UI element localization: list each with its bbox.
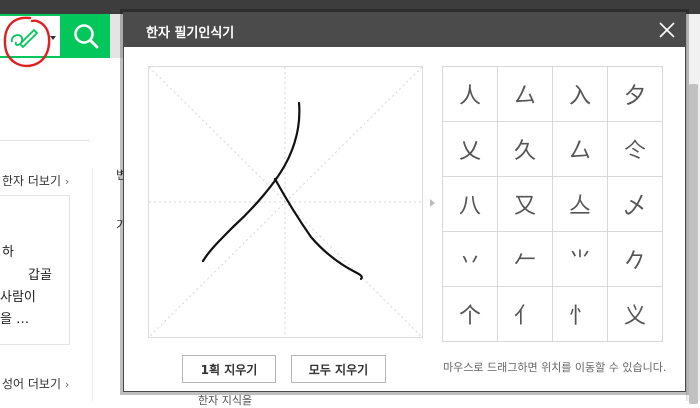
search-divider bbox=[110, 14, 124, 58]
hanja-result-box: 하 갑골 사람이 을 … bbox=[0, 195, 70, 345]
candidate-char[interactable]: 八 bbox=[443, 177, 498, 232]
scrollbar-thumb[interactable] bbox=[689, 84, 698, 404]
candidate-char[interactable]: 亼 bbox=[553, 177, 608, 232]
bottom-text: 한자 지식을 bbox=[198, 394, 253, 407]
search-input[interactable] bbox=[0, 14, 62, 58]
candidate-char[interactable]: 厶 bbox=[553, 122, 608, 177]
page-scrollbar[interactable] bbox=[686, 14, 700, 404]
result-text: 사람이 bbox=[0, 290, 36, 305]
candidate-char[interactable]: 厶 bbox=[498, 67, 553, 122]
candidate-char[interactable]: 乄 bbox=[608, 177, 663, 232]
result-text: 을 … bbox=[0, 312, 30, 327]
more-hanja-link[interactable]: 한자 더보기 › bbox=[2, 172, 69, 189]
candidate-char[interactable]: 又 bbox=[498, 177, 553, 232]
result-text: 하 bbox=[2, 245, 14, 260]
candidate-char[interactable]: 亻 bbox=[498, 287, 553, 342]
chevron-right-icon: › bbox=[64, 175, 70, 188]
candidate-char[interactable]: 个 bbox=[443, 287, 498, 342]
dialog-title: 한자 필기인식기 bbox=[146, 26, 235, 41]
chevron-down-icon[interactable] bbox=[50, 36, 56, 40]
candidate-char[interactable]: 乂 bbox=[443, 122, 498, 177]
candidate-char[interactable]: 夕 bbox=[608, 67, 663, 122]
candidate-char[interactable]: 入 bbox=[553, 67, 608, 122]
candidate-grid: 人 厶 入 夕 乂 久 厶 仒 八 又 亼 乄 丷 𠂉 ⺌ 𠂊 个 亻 忄 义 bbox=[442, 66, 663, 342]
candidate-char[interactable]: 𠂊 bbox=[608, 232, 663, 287]
candidate-char[interactable]: 𠂉 bbox=[498, 232, 553, 287]
result-text: 갑골 bbox=[28, 268, 52, 283]
candidate-char[interactable]: 义 bbox=[608, 287, 663, 342]
drag-hint-text: 마우스로 드래그하면 위치를 이동할 수 있습니다. bbox=[443, 361, 667, 374]
candidate-char[interactable]: 仒 bbox=[608, 122, 663, 177]
candidate-char[interactable]: ⺌ bbox=[553, 232, 608, 287]
candidate-char[interactable]: 久 bbox=[498, 122, 553, 177]
handwriting-pen-icon[interactable] bbox=[6, 18, 46, 58]
canvas-drawing bbox=[149, 67, 422, 337]
more-idiom-link[interactable]: 성어 더보기 › bbox=[2, 375, 69, 392]
candidate-char[interactable]: 丷 bbox=[443, 232, 498, 287]
clear-all-button[interactable]: 모두 지우기 bbox=[291, 355, 386, 383]
chevron-right-icon: › bbox=[64, 378, 70, 391]
handwriting-canvas[interactable] bbox=[148, 66, 423, 338]
arrow-right-icon bbox=[430, 199, 435, 207]
dialog-header[interactable]: 한자 필기인식기 bbox=[124, 13, 685, 47]
close-icon[interactable] bbox=[658, 21, 676, 39]
candidate-char[interactable]: 忄 bbox=[553, 287, 608, 342]
divider bbox=[0, 140, 90, 141]
column-divider bbox=[92, 168, 93, 401]
search-icon bbox=[74, 24, 99, 49]
candidate-char[interactable]: 人 bbox=[443, 67, 498, 122]
hanja-handwriting-dialog: 한자 필기인식기 人 厶 入 夕 乂 久 厶 仒 八 又 亼 乄 丷 𠂉 ⺌ 𠂊 bbox=[123, 12, 686, 392]
clear-stroke-button[interactable]: 1획 지우기 bbox=[182, 355, 276, 383]
search-button[interactable] bbox=[62, 14, 110, 58]
